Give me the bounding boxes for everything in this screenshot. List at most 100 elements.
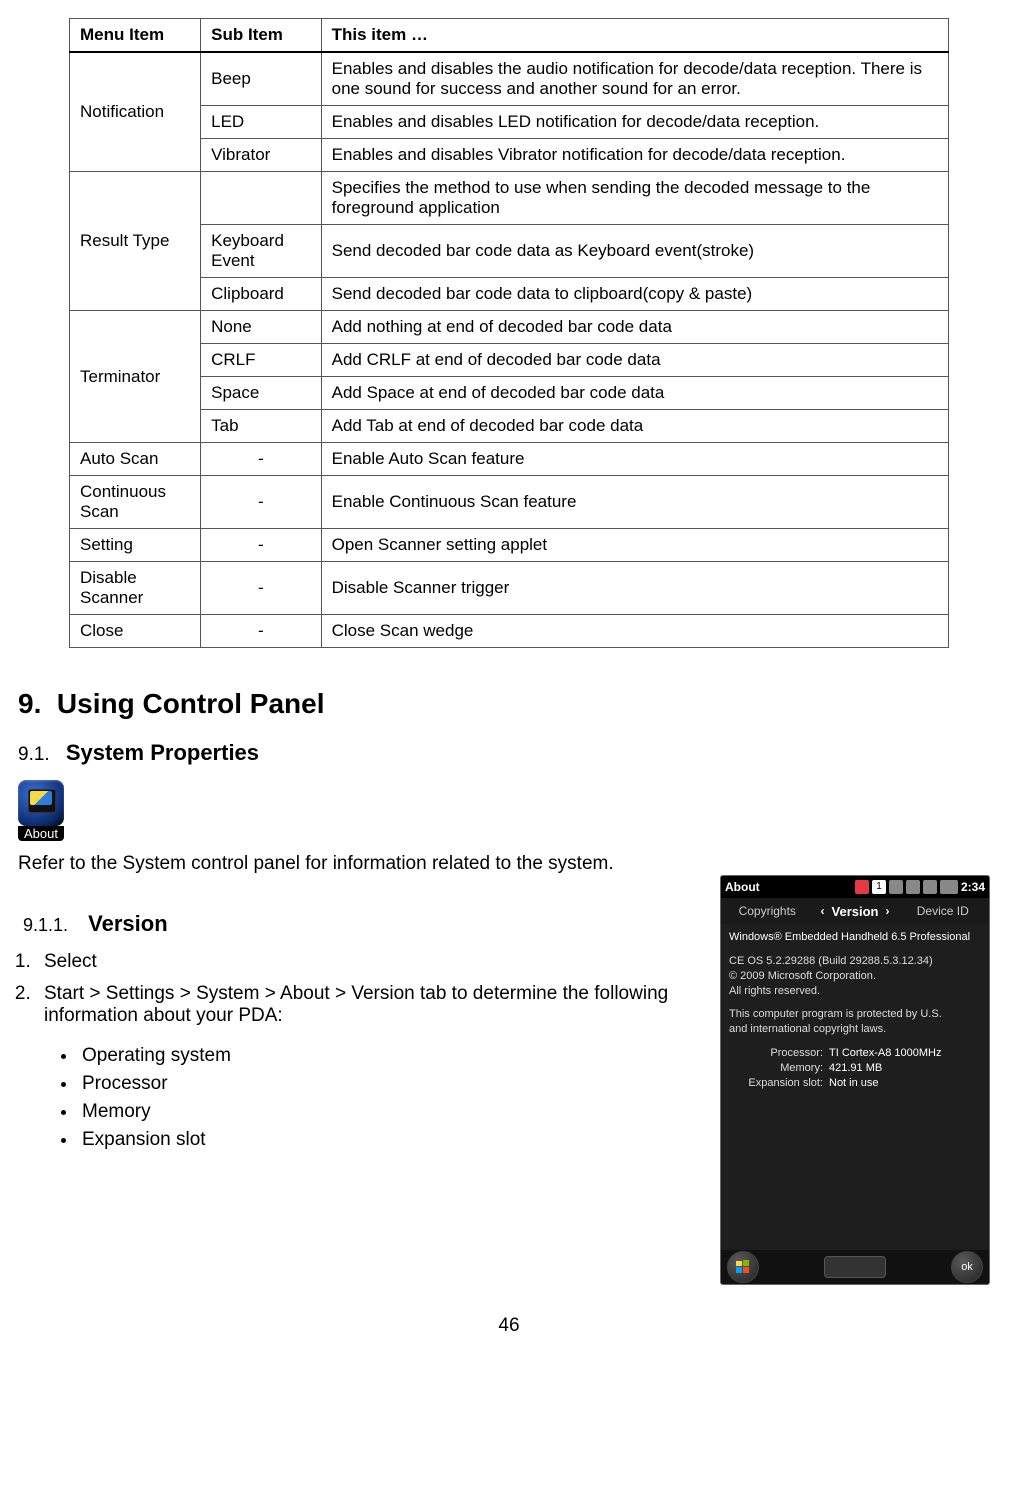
desc-cell: Enable Continuous Scan feature bbox=[321, 476, 948, 529]
subsection-body: Refer to the System control panel for in… bbox=[18, 853, 1000, 875]
page-number: 46 bbox=[18, 1315, 1000, 1337]
section-title: Using Control Panel bbox=[57, 688, 325, 719]
legal-line-2: and international copyright laws. bbox=[729, 1022, 981, 1037]
memory-label: Memory: bbox=[729, 1061, 829, 1076]
device-softbar: ok bbox=[721, 1250, 989, 1284]
steps-list: Select Start > Settings > System > About… bbox=[22, 951, 692, 1027]
section-number: 9. bbox=[18, 688, 41, 719]
desc-cell: Enables and disables LED notification fo… bbox=[321, 106, 948, 139]
table-row: Vibrator Enables and disables Vibrator n… bbox=[70, 139, 949, 172]
table-row: Result Type Specifies the method to use … bbox=[70, 172, 949, 225]
table-row: Notification Beep Enables and disables t… bbox=[70, 52, 949, 106]
table-row: Tab Add Tab at end of decoded bar code d… bbox=[70, 410, 949, 443]
connection-icon bbox=[889, 880, 903, 894]
sub-item-cell: LED bbox=[201, 106, 322, 139]
processor-label: Processor: bbox=[729, 1046, 829, 1061]
legal-line-1: This computer program is protected by U.… bbox=[729, 1007, 981, 1022]
menu-item-cell: Disable Scanner bbox=[70, 562, 201, 615]
subsubsection-heading: 9.1.1. Version bbox=[23, 911, 692, 937]
menu-item-cell: Auto Scan bbox=[70, 443, 201, 476]
processor-value: TI Cortex-A8 1000MHz bbox=[829, 1046, 941, 1061]
about-icon-label: About bbox=[18, 826, 64, 841]
menu-item-cell: Terminator bbox=[70, 311, 201, 443]
desc-cell: Add nothing at end of decoded bar code d… bbox=[321, 311, 948, 344]
sub-item-cell: Vibrator bbox=[201, 139, 322, 172]
os-line: Windows® Embedded Handheld 6.5 Professio… bbox=[729, 930, 981, 945]
sub-item-cell: Beep bbox=[201, 52, 322, 106]
sub-item-cell: - bbox=[201, 562, 322, 615]
desc-cell: Add CRLF at end of decoded bar code data bbox=[321, 344, 948, 377]
table-row: Keyboard Event Send decoded bar code dat… bbox=[70, 225, 949, 278]
menu-item-cell: Result Type bbox=[70, 172, 201, 311]
table-row: Setting - Open Scanner setting applet bbox=[70, 529, 949, 562]
desc-cell: Open Scanner setting applet bbox=[321, 529, 948, 562]
sub-item-cell: - bbox=[201, 615, 322, 648]
sub-item-cell: - bbox=[201, 443, 322, 476]
start-button[interactable] bbox=[727, 1251, 759, 1283]
desc-cell: Specifies the method to use when sending… bbox=[321, 172, 948, 225]
desc-cell: Enables and disables the audio notificat… bbox=[321, 52, 948, 106]
table-row: Space Add Space at end of decoded bar co… bbox=[70, 377, 949, 410]
volume-icon bbox=[923, 880, 937, 894]
table-row: Clipboard Send decoded bar code data to … bbox=[70, 278, 949, 311]
status-icon: 1 bbox=[872, 880, 886, 894]
chevron-left-icon[interactable]: ‹ bbox=[814, 904, 832, 918]
table-row: Disable Scanner - Disable Scanner trigge… bbox=[70, 562, 949, 615]
sub-item-cell bbox=[201, 172, 322, 225]
chevron-right-icon[interactable]: › bbox=[878, 904, 896, 918]
desc-cell: Add Space at end of decoded bar code dat… bbox=[321, 377, 948, 410]
tab-version[interactable]: Version bbox=[832, 904, 879, 919]
keyboard-button[interactable] bbox=[824, 1256, 886, 1278]
list-item: Memory bbox=[78, 1101, 692, 1123]
device-tabbar: Copyrights ‹ Version › Device ID bbox=[721, 898, 989, 924]
rights-line: All rights reserved. bbox=[729, 984, 981, 999]
menu-item-cell: Close bbox=[70, 615, 201, 648]
sub-item-cell: - bbox=[201, 529, 322, 562]
menu-item-cell: Setting bbox=[70, 529, 201, 562]
expansion-label: Expansion slot: bbox=[729, 1076, 829, 1091]
table-row: Auto Scan - Enable Auto Scan feature bbox=[70, 443, 949, 476]
sub-item-cell: None bbox=[201, 311, 322, 344]
table-row: LED Enables and disables LED notificatio… bbox=[70, 106, 949, 139]
col-description: This item … bbox=[321, 19, 948, 53]
sip-icon bbox=[855, 880, 869, 894]
menu-item-cell: Continuous Scan bbox=[70, 476, 201, 529]
subsection-number: 9.1. bbox=[18, 744, 50, 765]
col-sub-item: Sub Item bbox=[201, 19, 322, 53]
menu-table: Menu Item Sub Item This item … Notificat… bbox=[69, 18, 949, 648]
desc-cell: Add Tab at end of decoded bar code data bbox=[321, 410, 948, 443]
device-title: About bbox=[725, 880, 851, 894]
tab-copyrights[interactable]: Copyrights bbox=[721, 904, 814, 918]
sub-item-cell: Space bbox=[201, 377, 322, 410]
desc-cell: Close Scan wedge bbox=[321, 615, 948, 648]
ok-button[interactable]: ok bbox=[951, 1251, 983, 1283]
menu-item-cell: Notification bbox=[70, 52, 201, 172]
desc-cell: Enable Auto Scan feature bbox=[321, 443, 948, 476]
desc-cell: Send decoded bar code data to clipboard(… bbox=[321, 278, 948, 311]
sub-item-cell: - bbox=[201, 476, 322, 529]
table-row: Close - Close Scan wedge bbox=[70, 615, 949, 648]
sub-item-cell: Tab bbox=[201, 410, 322, 443]
col-menu-item: Menu Item bbox=[70, 19, 201, 53]
list-item: Expansion slot bbox=[78, 1129, 692, 1151]
desc-cell: Disable Scanner trigger bbox=[321, 562, 948, 615]
subsection-heading: 9.1. System Properties bbox=[18, 740, 1000, 766]
desc-cell: Enables and disables Vibrator notificati… bbox=[321, 139, 948, 172]
table-row: Continuous Scan - Enable Continuous Scan… bbox=[70, 476, 949, 529]
subsection-title: System Properties bbox=[66, 740, 259, 765]
battery-icon bbox=[940, 880, 958, 894]
step-item: Select bbox=[36, 951, 692, 973]
section-heading: 9. Using Control Panel bbox=[18, 688, 1000, 720]
device-titlebar: About 1 2:34 bbox=[721, 876, 989, 898]
device-content: Windows® Embedded Handheld 6.5 Professio… bbox=[721, 924, 989, 1250]
subsub-number: 9.1.1. bbox=[23, 915, 68, 935]
build-line: CE OS 5.2.29288 (Build 29288.5.3.12.34) bbox=[729, 954, 981, 969]
device-screenshot: About 1 2:34 Copyrights ‹ Version › Devi… bbox=[720, 875, 990, 1285]
expansion-value: Not in use bbox=[829, 1076, 879, 1091]
memory-value: 421.91 MB bbox=[829, 1061, 882, 1076]
clock: 2:34 bbox=[961, 880, 985, 894]
desc-cell: Send decoded bar code data as Keyboard e… bbox=[321, 225, 948, 278]
list-item: Operating system bbox=[78, 1045, 692, 1067]
tab-device-id[interactable]: Device ID bbox=[896, 904, 989, 918]
sub-item-cell: Keyboard Event bbox=[201, 225, 322, 278]
